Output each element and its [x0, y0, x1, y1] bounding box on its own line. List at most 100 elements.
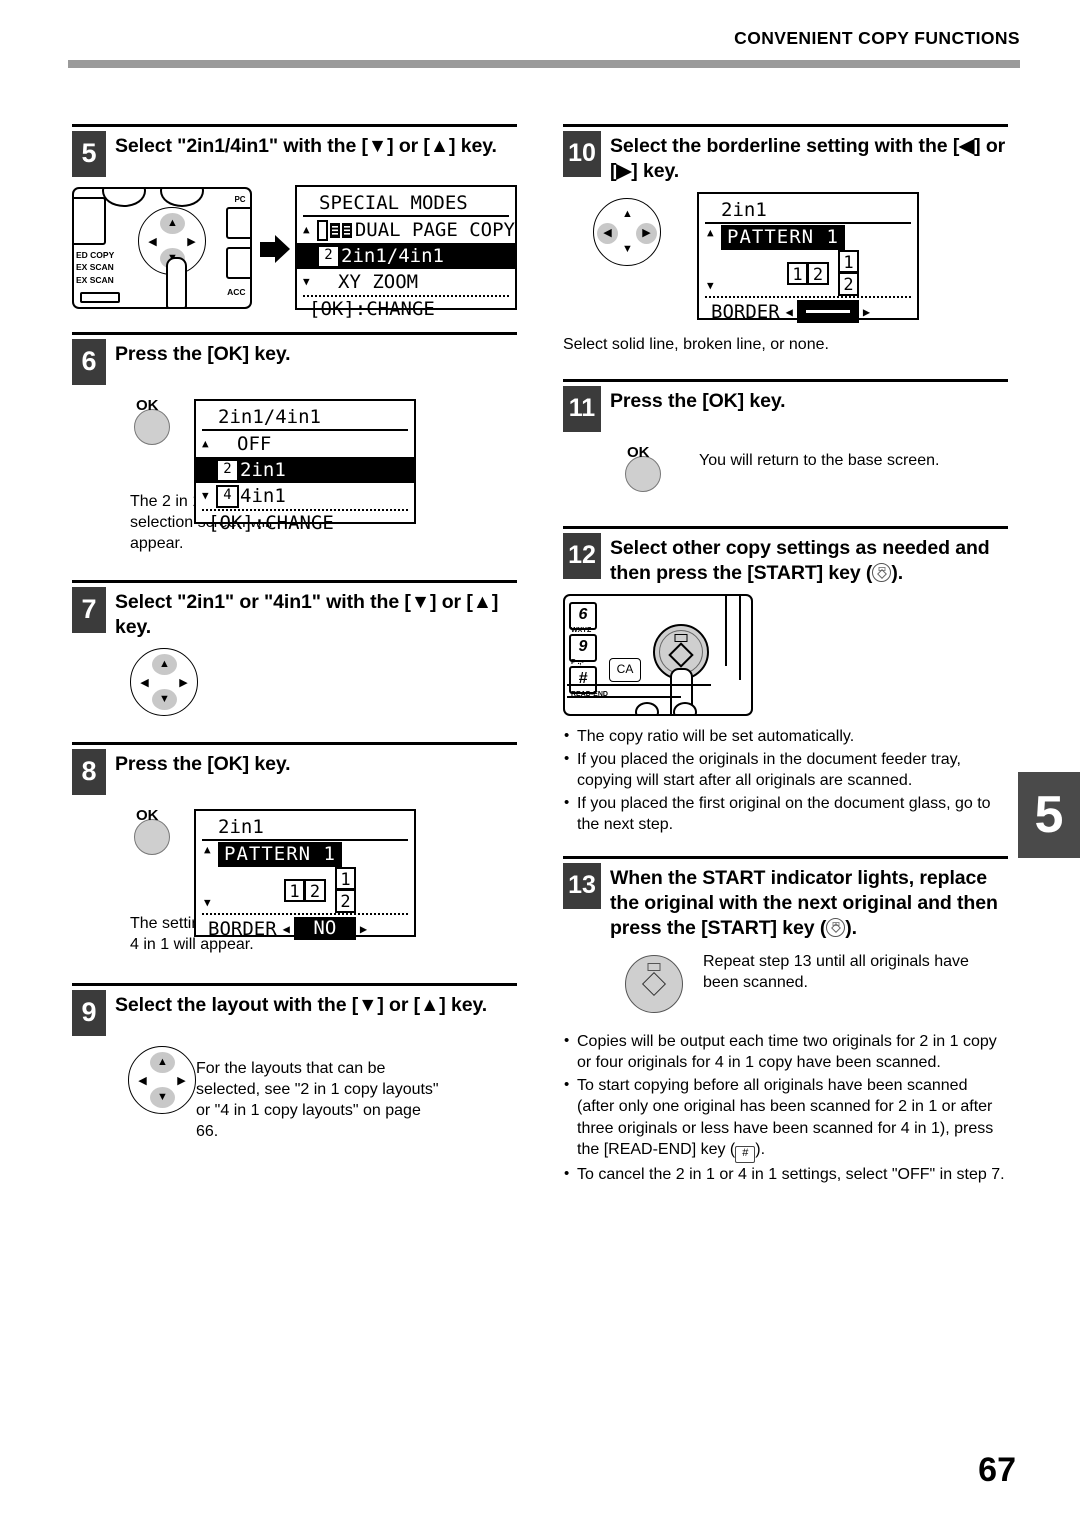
ok-key-circle[interactable]	[134, 409, 170, 445]
arrow-left-icon[interactable]: ◀	[134, 673, 155, 694]
step-5: 5 Select "2in1/4in1" with the [▼] or [▲]…	[72, 124, 517, 320]
ok-key[interactable]: OK	[130, 808, 190, 855]
numeric-key-6: 6	[569, 602, 597, 630]
lcd-row[interactable]: ▲ OFF	[196, 431, 414, 457]
ok-key[interactable]: OK	[130, 398, 190, 445]
border-value: NO	[293, 917, 356, 940]
step-5-title: Select "2in1/4in1" with the [▼] or [▲] k…	[115, 135, 497, 157]
finger-illustration	[166, 256, 187, 307]
step-divider	[72, 124, 517, 127]
arrow-pad[interactable]: ▲ ▼ ◀ ▶	[593, 198, 661, 266]
lcd-row[interactable]: ▼ XY ZOOM	[297, 269, 515, 295]
pattern-cell: 1	[787, 261, 808, 285]
step-11-number: 11	[563, 386, 601, 432]
pattern-label[interactable]: PATTERN 1	[721, 225, 845, 250]
solid-line-icon	[805, 310, 850, 313]
step-13-title-tail: ).	[845, 916, 857, 939]
read-end-key: #	[569, 666, 597, 694]
lcd-row-label: DUAL PAGE COPY	[354, 219, 515, 241]
scroll-up-icon: ▲	[202, 437, 209, 450]
arrow-down-icon[interactable]: ▼	[150, 1087, 175, 1108]
scroll-down-icon: ▼	[202, 489, 209, 502]
step-divider	[72, 580, 517, 583]
bullet-item: The copy ratio will be set automatically…	[563, 725, 1008, 748]
step-8: 8 Press the [OK] key. OK The settings fo…	[72, 742, 517, 955]
start-key[interactable]	[625, 954, 683, 1013]
step-12-title-text: Select other copy settings as needed and…	[610, 537, 990, 584]
scroll-up-icon: ▲	[303, 223, 310, 236]
ok-key-circle[interactable]	[625, 456, 661, 492]
step-divider	[72, 983, 517, 986]
step-12-title: Select other copy settings as needed and…	[610, 533, 1008, 586]
step-7-number: 7	[72, 587, 106, 633]
step-divider	[563, 124, 1008, 127]
arrow-left-icon[interactable]: ◀	[142, 232, 163, 253]
pattern-preview: 1 2 1 2	[699, 250, 917, 296]
header-title: CONVENIENT COPY FUNCTIONS	[734, 28, 1020, 48]
arrow-pad[interactable]: ▲ ▼ ◀ ▶	[130, 648, 198, 716]
arrow-left-icon[interactable]: ◀	[132, 1071, 153, 1092]
arrow-right-icon[interactable]: ▶	[171, 1071, 192, 1092]
scroll-up-icon: ▲	[707, 226, 714, 239]
four-up-icon: 4	[216, 484, 239, 508]
numeric-key-6-sublabel: WXYZ	[571, 627, 592, 634]
arrow-right-icon[interactable]: ▶	[173, 673, 194, 694]
border-right-arrow-icon[interactable]: ▶	[360, 922, 367, 936]
step-12-number: 12	[563, 533, 601, 579]
border-label: BORDER	[711, 300, 780, 323]
pattern-label[interactable]: PATTERN 1	[218, 842, 342, 867]
ok-key-circle[interactable]	[134, 819, 170, 855]
step-12-title-tail: ).	[891, 562, 904, 584]
lcd-2in1-pattern: 2in1 ▲ PATTERN 1 1 2 1 2 ▼ BORDER ◀ NO ▶	[194, 809, 416, 940]
lcd-row[interactable]: ▼ 4 4in1	[196, 483, 414, 509]
right-column: 10 Select the borderline setting with th…	[563, 124, 1008, 1187]
arrow-up-icon[interactable]: ▲	[615, 204, 640, 225]
lcd-row-label: 2in1	[240, 459, 286, 481]
two-up-icon: 2	[317, 244, 340, 268]
arrow-right-icon[interactable]: ▶	[636, 223, 657, 244]
pattern-cell: 2	[335, 890, 356, 913]
lcd-row-selected[interactable]: 2 2in1/4in1	[297, 243, 515, 269]
start-key-icon	[872, 563, 892, 582]
bullet-item: If you placed the first original on the …	[563, 792, 1008, 836]
step-11-title: Press the [OK] key.	[610, 390, 786, 412]
border-left-arrow-icon[interactable]: ◀	[283, 922, 290, 936]
arrow-down-icon[interactable]: ▼	[152, 689, 177, 710]
pattern-cell: 1	[284, 878, 305, 902]
arrow-up-icon[interactable]: ▲	[150, 1052, 175, 1073]
pattern-cell: 2	[838, 273, 859, 296]
step-10-title: Select the borderline setting with the […	[610, 135, 1006, 182]
lcd-row-label: 4in1	[240, 485, 286, 507]
pattern-vertical: 1 2	[335, 867, 356, 913]
pattern-horizontal: 1 2	[284, 878, 326, 902]
arrow-up-icon[interactable]: ▲	[160, 212, 185, 234]
panel-acc-label: ACC	[227, 286, 246, 297]
lcd-special-modes: SPECIAL MODES ▲ DUAL PAGE COPY 2 2in1/4i…	[295, 185, 517, 320]
step-5-number: 5	[72, 131, 106, 177]
lcd-title: 2in1	[202, 814, 408, 841]
arrow-right-icon[interactable]: ▶	[181, 232, 202, 253]
bullet-item: To cancel the 2 in 1 or 4 in 1 settings,…	[563, 1163, 1008, 1186]
lcd-row-selected[interactable]: 2 2in1	[196, 457, 414, 483]
arrow-left-icon[interactable]: ◀	[597, 223, 618, 244]
border-value	[796, 300, 859, 323]
clear-all-key: CA	[609, 658, 641, 682]
step-divider	[563, 379, 1008, 382]
ok-key[interactable]: OK	[621, 445, 681, 492]
border-setting-row[interactable]: BORDER ◀ ▶	[705, 296, 911, 325]
border-setting-row[interactable]: BORDER ◀ NO ▶	[202, 913, 408, 942]
panel-left-labels: ED COPY EX SCAN EX SCAN	[76, 249, 115, 285]
lcd-row[interactable]: ▲ DUAL PAGE COPY	[297, 217, 515, 243]
border-right-arrow-icon[interactable]: ▶	[863, 305, 870, 319]
start-indicator-icon	[674, 634, 688, 642]
step-6-number: 6	[72, 339, 106, 385]
bullet-text-tail: ).	[755, 1141, 766, 1158]
border-left-arrow-icon[interactable]: ◀	[786, 305, 793, 319]
step-6: 6 Press the [OK] key. OK The 2 in 1 / 4 …	[72, 332, 517, 554]
step-10-number: 10	[563, 131, 601, 177]
arrow-down-icon[interactable]: ▼	[615, 239, 640, 260]
arrow-pad[interactable]: ▲ ▼ ◀ ▶	[128, 1046, 196, 1114]
step-9: 9 Select the layout with the [▼] or [▲] …	[72, 983, 517, 1142]
dual-page-book-icon	[329, 221, 352, 239]
arrow-up-icon[interactable]: ▲	[152, 654, 177, 675]
